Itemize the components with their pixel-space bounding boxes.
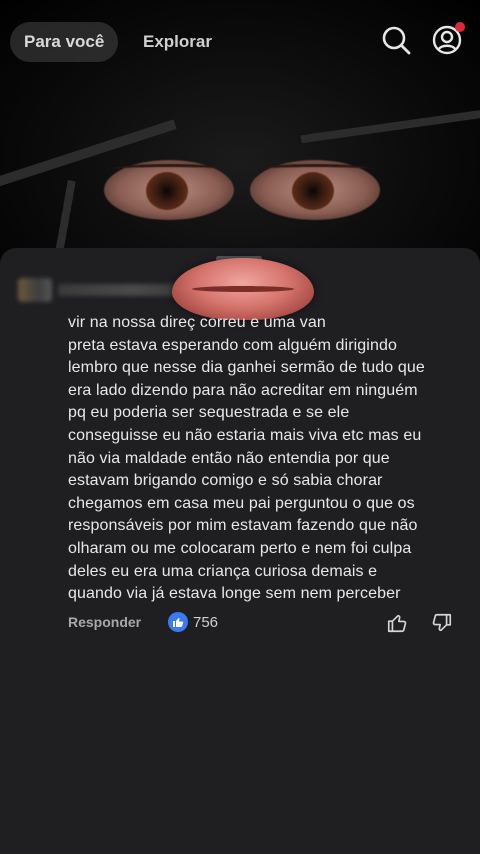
user-circle-icon[interactable] [431, 22, 465, 56]
thumbs-up-icon[interactable] [386, 612, 408, 634]
tab-para-voce[interactable]: Para você [10, 22, 119, 62]
right-eye-image [250, 160, 380, 220]
comment-actions: Responder 756 [68, 612, 460, 636]
comment-sheet: vir na nossa direç correu e uma van pret… [0, 248, 480, 854]
reply-button[interactable]: Responder [68, 614, 141, 630]
thumbs-up-reaction-icon [168, 612, 188, 632]
comment-text: vir na nossa direç correu e uma van pret… [68, 314, 425, 603]
like-count: 756 [193, 613, 219, 631]
search-icon[interactable] [380, 24, 412, 56]
like-reaction[interactable]: 756 [168, 612, 218, 632]
tab-explorar[interactable]: Explorar [143, 22, 212, 62]
left-eye-image [104, 160, 234, 220]
lips-image [172, 258, 314, 320]
ceiling-beam [300, 104, 480, 144]
thumbs-down-icon[interactable] [431, 612, 453, 634]
top-navigation: Para você Explorar [0, 0, 480, 84]
notification-dot [455, 22, 465, 32]
avatar[interactable] [18, 278, 52, 302]
